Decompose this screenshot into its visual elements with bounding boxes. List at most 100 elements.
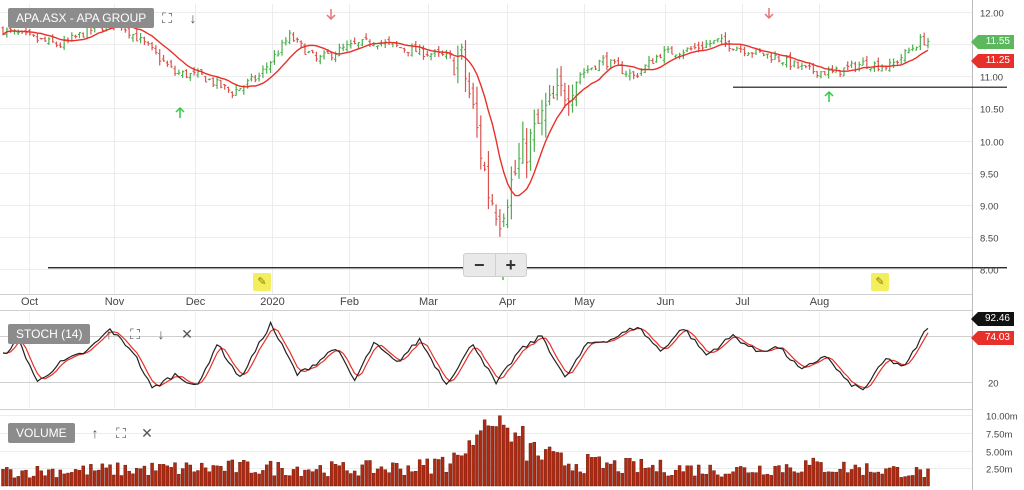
volume-bar xyxy=(486,425,491,487)
volume-bar xyxy=(846,472,850,487)
pencil-icon[interactable]: ✎ xyxy=(253,273,271,291)
x-tick-label: Dec xyxy=(186,296,206,308)
volume-bar xyxy=(73,469,78,487)
zoom-out-button[interactable]: − xyxy=(464,254,495,276)
volume-bar xyxy=(131,473,135,487)
expand-icon[interactable]: ⛶ xyxy=(126,325,144,343)
arrow-up-icon[interactable]: ↑ xyxy=(100,325,118,343)
price-tick-label: 10.00 xyxy=(980,138,1004,149)
volume-bar xyxy=(421,465,426,487)
volume-bar xyxy=(222,470,227,487)
volume-bar xyxy=(295,466,300,487)
volume-panel-title[interactable]: VOLUME xyxy=(8,423,75,443)
volume-bar xyxy=(43,475,47,487)
volume-bar xyxy=(406,465,410,487)
volume-bar xyxy=(437,459,441,487)
volume-bar xyxy=(586,454,590,487)
volume-bar xyxy=(138,468,143,487)
volume-bar xyxy=(666,475,670,487)
volume-bar xyxy=(861,474,865,487)
volume-bar xyxy=(758,465,762,487)
signal-arrows xyxy=(175,8,834,280)
volume-bar xyxy=(463,453,468,487)
volume-bar xyxy=(108,464,112,487)
volume-bar xyxy=(536,455,540,487)
volume-bar xyxy=(731,471,735,487)
volume-bar xyxy=(242,460,246,487)
volume-bar xyxy=(819,462,823,487)
volume-bar xyxy=(146,475,150,487)
volume-bar xyxy=(245,461,250,487)
pencil-icon[interactable]: ✎ xyxy=(871,273,889,291)
volume-tick-label: 5.00m xyxy=(986,448,1012,459)
volume-bar xyxy=(364,460,368,487)
volume-bar xyxy=(907,475,911,487)
volume-bar xyxy=(398,468,403,487)
volume-bar xyxy=(375,468,380,487)
volume-bar xyxy=(624,458,628,487)
volume-bar xyxy=(781,472,785,487)
volume-bar xyxy=(196,470,200,487)
arrow-down-icon[interactable]: ↓ xyxy=(184,9,202,27)
stoch-panel-title[interactable]: STOCH (14) xyxy=(8,324,91,344)
volume-bar xyxy=(54,477,59,487)
volume-bar xyxy=(96,469,101,487)
volume-bar xyxy=(482,419,487,487)
volume-bar xyxy=(93,470,97,487)
volume-bar xyxy=(773,466,777,487)
close-icon[interactable]: ✕ xyxy=(138,424,156,442)
x-tick-label: Oct xyxy=(21,296,38,308)
ma-price-tag: 11.25 xyxy=(971,54,1014,68)
volume-bar xyxy=(188,464,192,487)
expand-icon[interactable]: ⛶ xyxy=(158,9,176,27)
volume-bar xyxy=(742,467,747,487)
volume-bar xyxy=(249,472,254,487)
volume-bar xyxy=(203,467,208,487)
volume-bar xyxy=(215,465,219,487)
volume-bar xyxy=(394,463,399,487)
volume-bar xyxy=(895,466,900,487)
volume-bar xyxy=(654,471,659,487)
volume-bar xyxy=(651,464,655,487)
volume-bar xyxy=(765,473,770,487)
volume-bar xyxy=(310,471,315,487)
volume-bar xyxy=(857,467,861,487)
volume-bar xyxy=(230,459,235,487)
zoom-in-button[interactable]: + xyxy=(494,254,527,276)
volume-bar xyxy=(39,470,43,487)
volume-bar xyxy=(754,472,758,487)
stock-chart[interactable]: 12.0011.5011.0010.5010.009.509.008.508.0… xyxy=(0,0,1024,490)
volume-bar xyxy=(639,459,644,487)
volume-bar xyxy=(276,462,280,487)
volume-bar xyxy=(582,473,586,487)
zoom-control[interactable]: − + xyxy=(463,253,527,277)
volume-bar xyxy=(471,445,475,487)
expand-icon[interactable]: ⛶ xyxy=(112,424,130,442)
volume-bar xyxy=(318,465,322,487)
volume-bar xyxy=(823,472,827,487)
moving-average xyxy=(2,24,1007,269)
arrow-down-icon[interactable]: ↓ xyxy=(152,325,170,343)
x-tick-label: May xyxy=(574,296,595,308)
volume-bar xyxy=(513,432,517,487)
volume-bar xyxy=(811,457,816,487)
volume-bar xyxy=(708,464,712,487)
close-icon[interactable]: ✕ xyxy=(178,325,196,343)
volume-bar xyxy=(330,461,334,487)
volume-bar xyxy=(452,452,456,487)
volume-bar xyxy=(307,469,311,487)
volume-bar xyxy=(911,475,915,487)
volume-bar xyxy=(746,472,751,487)
arrow-up-icon[interactable]: ↑ xyxy=(86,424,104,442)
volume-bar xyxy=(888,467,892,487)
volume-bar xyxy=(620,472,624,487)
volume-bar xyxy=(345,470,349,487)
volume-bar xyxy=(372,472,376,487)
volume-bar xyxy=(914,467,919,487)
volume-bar xyxy=(723,473,728,487)
volume-bar xyxy=(628,458,632,487)
volume-bar xyxy=(891,466,896,487)
volume-bar xyxy=(479,430,483,487)
price-panel-title[interactable]: APA.ASX - APA GROUP xyxy=(8,8,155,28)
volume-bar xyxy=(570,470,575,487)
